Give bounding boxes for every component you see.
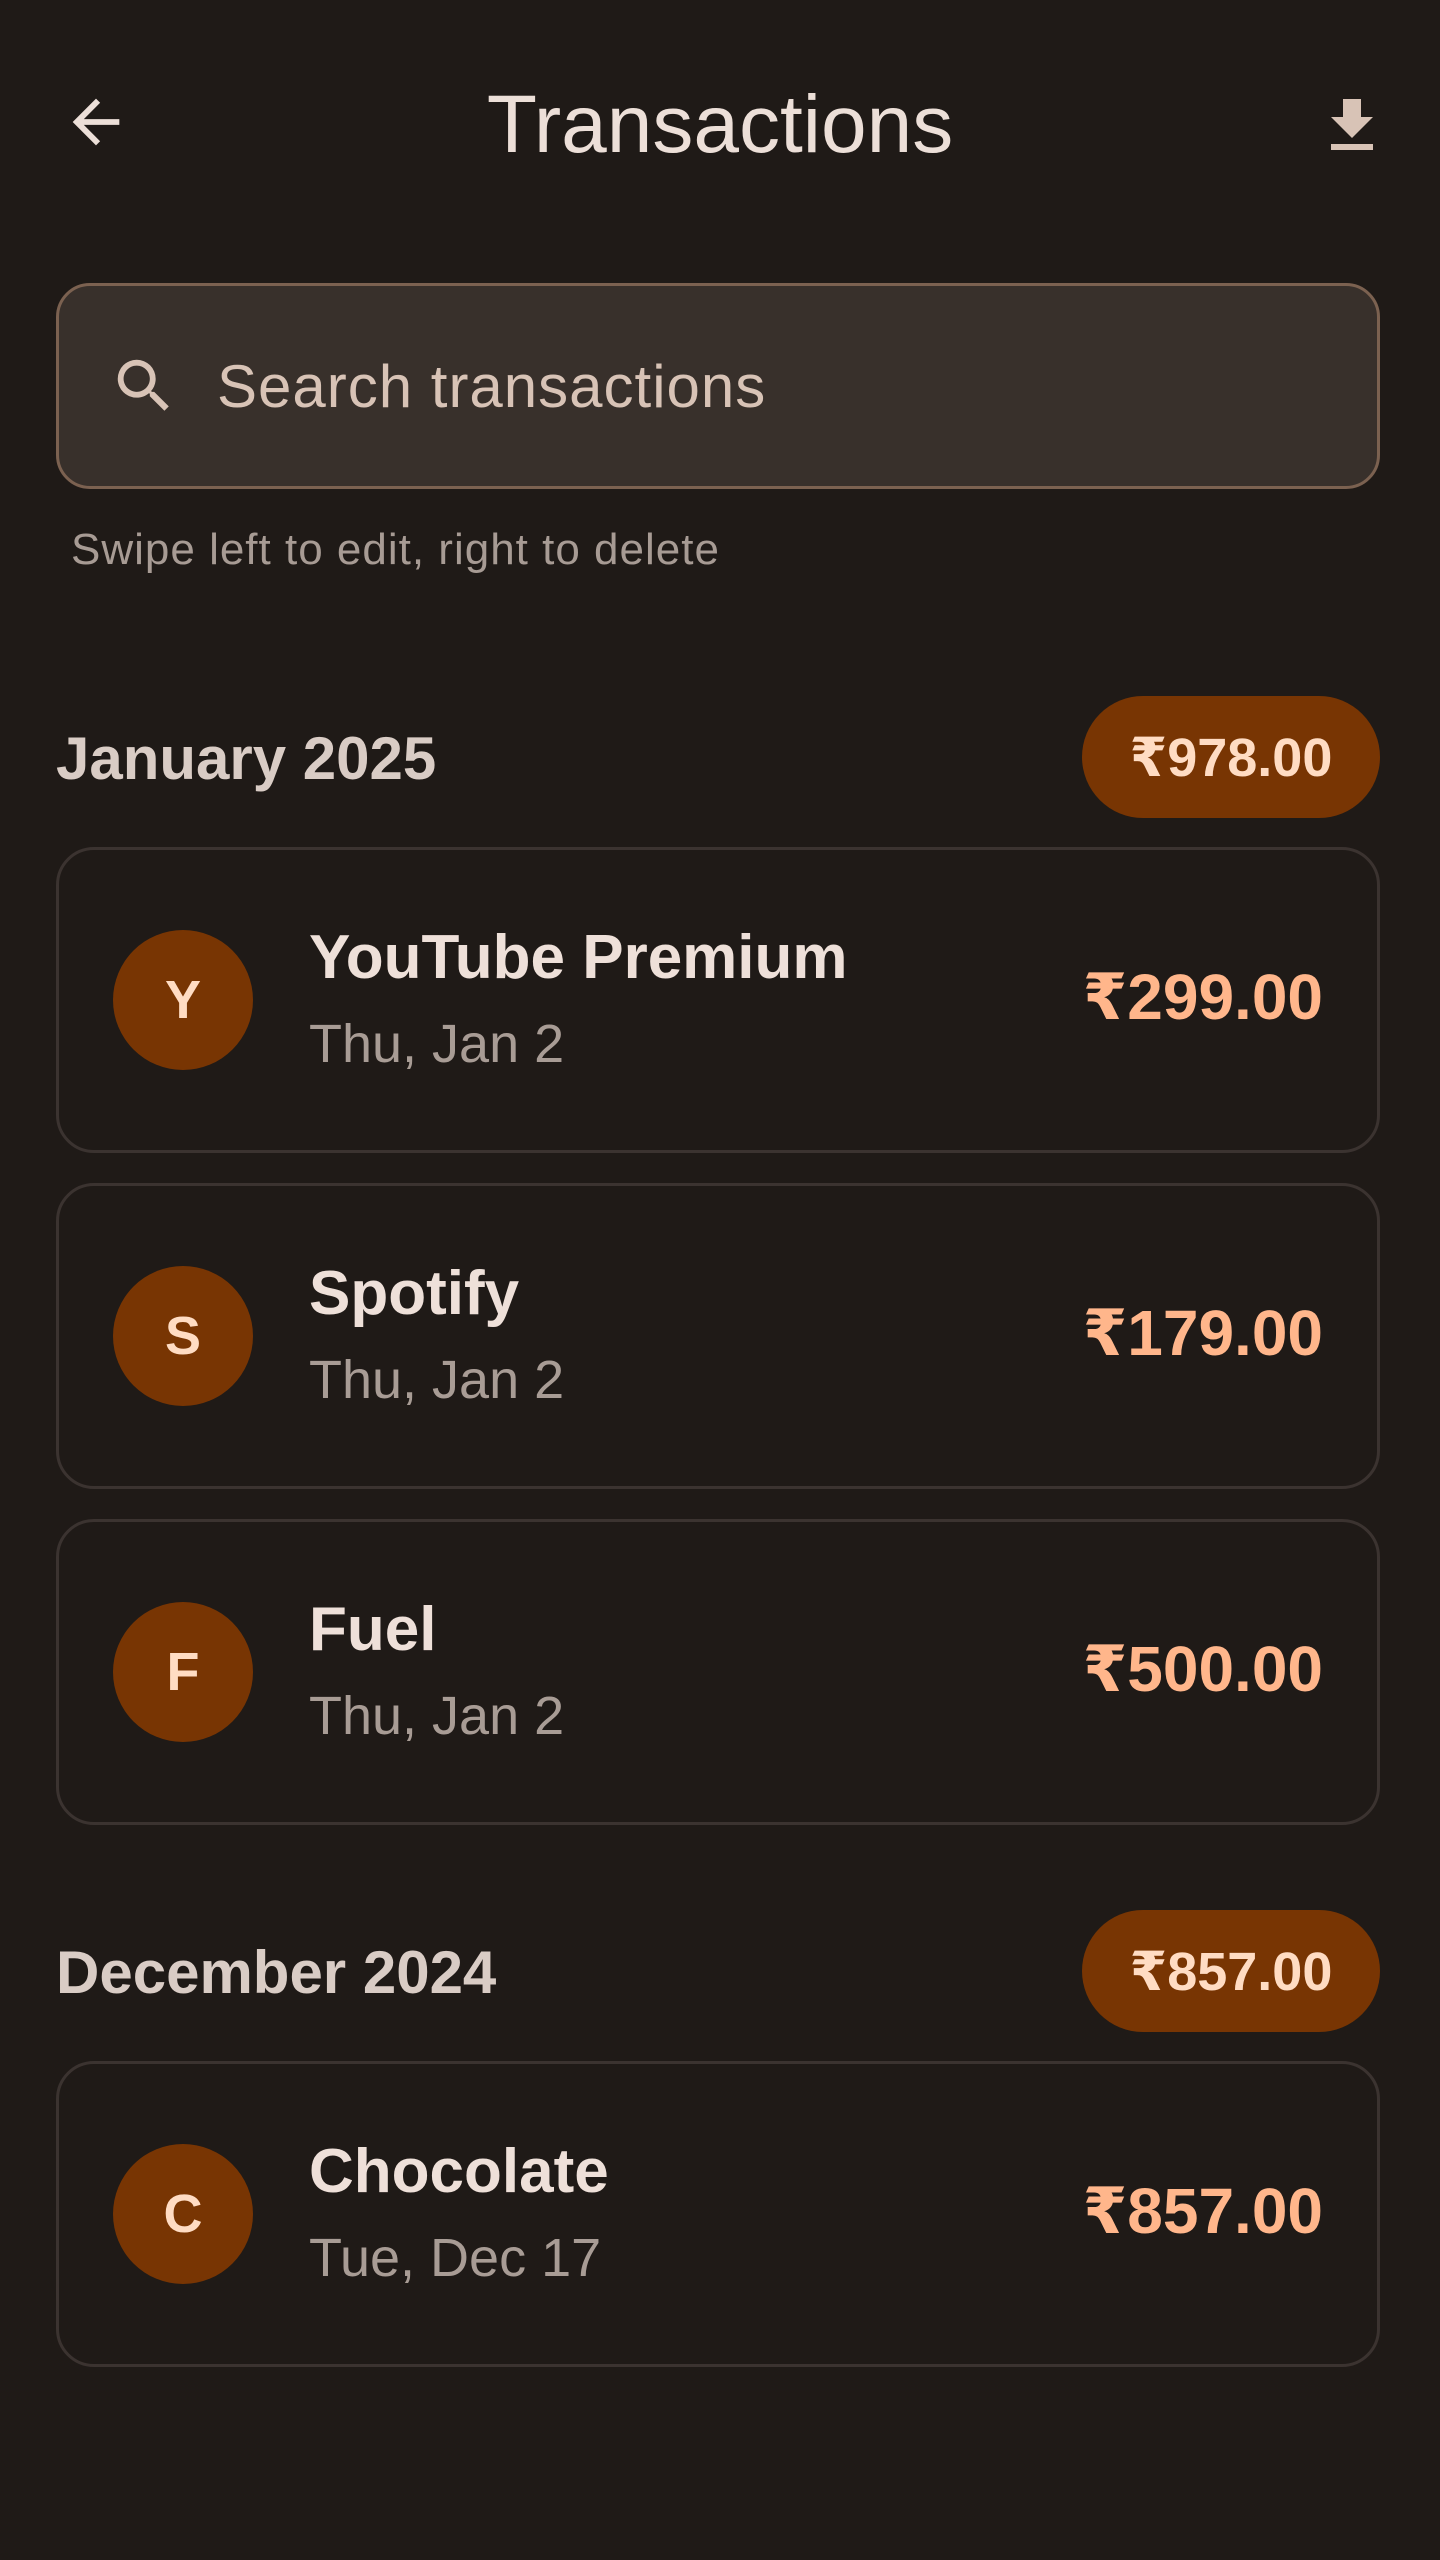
transaction-date: Thu, Jan 2 <box>309 1350 565 1410</box>
transaction-card[interactable]: Y YouTube Premium Thu, Jan 2 ₹299.00 <box>56 847 1380 1153</box>
transaction-date: Tue, Dec 17 <box>309 2228 602 2288</box>
top-app-bar: Transactions <box>0 0 1440 260</box>
transaction-name: Chocolate <box>309 2137 609 2206</box>
month-header: December 2024 ₹857.00 <box>56 1910 1380 2034</box>
avatar: F <box>113 1602 253 1742</box>
transaction-date: Thu, Jan 2 <box>309 1686 565 1746</box>
download-icon <box>1331 99 1373 150</box>
avatar: C <box>113 2144 253 2284</box>
avatar: S <box>113 1266 253 1406</box>
search-input[interactable] <box>215 350 1377 422</box>
page-title: Transactions <box>486 79 954 170</box>
download-button[interactable] <box>1312 86 1392 166</box>
transaction-card[interactable]: F Fuel Thu, Jan 2 ₹500.00 <box>56 1519 1380 1825</box>
swipe-hint: Swipe left to edit, right to delete <box>71 525 720 574</box>
month-title: December 2024 <box>56 1939 497 2006</box>
search-icon <box>117 359 169 411</box>
month-total-badge: ₹857.00 <box>1082 1910 1380 2032</box>
transaction-amount: ₹299.00 <box>1082 961 1323 1033</box>
transaction-name: Spotify <box>309 1259 520 1328</box>
transaction-amount: ₹179.00 <box>1082 1297 1323 1369</box>
transaction-amount: ₹857.00 <box>1082 2175 1323 2247</box>
month-title: January 2025 <box>56 725 437 792</box>
transaction-name: YouTube Premium <box>309 923 848 992</box>
transaction-card[interactable]: C Chocolate Tue, Dec 17 ₹857.00 <box>56 2061 1380 2367</box>
transaction-name: Fuel <box>309 1595 437 1664</box>
transaction-card[interactable]: S Spotify Thu, Jan 2 ₹179.00 <box>56 1183 1380 1489</box>
search-bar[interactable] <box>56 283 1380 489</box>
avatar: Y <box>113 930 253 1070</box>
transaction-date: Thu, Jan 2 <box>309 1014 565 1074</box>
transaction-amount: ₹500.00 <box>1082 1633 1323 1705</box>
month-total-badge: ₹978.00 <box>1082 696 1380 818</box>
month-header: January 2025 ₹978.00 <box>56 696 1380 820</box>
